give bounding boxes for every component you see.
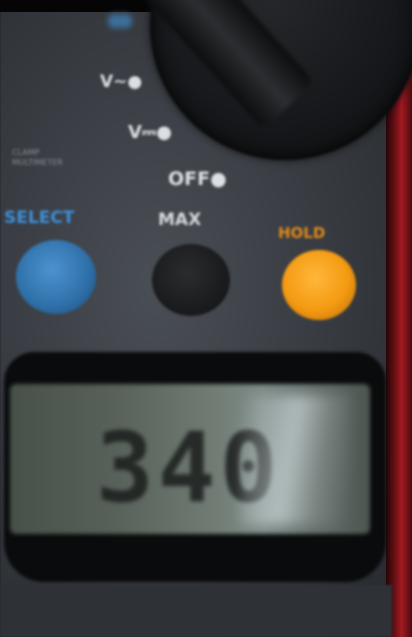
blue-range-mark xyxy=(108,14,132,28)
lcd-glare xyxy=(240,395,350,525)
small-legend-line-1: CLAMP xyxy=(12,148,40,157)
hold-button[interactable] xyxy=(282,250,356,320)
photo-frame: V~● V⎓● OFF● CLAMP MULTIMETER SELECT MAX… xyxy=(0,0,412,637)
dial-label-off: OFF● xyxy=(168,168,227,190)
select-label: SELECT xyxy=(4,208,75,228)
lower-body xyxy=(0,585,392,637)
dial-label-v-dc: V⎓● xyxy=(128,122,173,143)
max-label: MAX xyxy=(158,210,202,230)
hold-label: HOLD xyxy=(278,224,326,242)
select-button[interactable] xyxy=(16,240,96,314)
small-legend-line-2: MULTIMETER xyxy=(12,158,63,167)
max-button[interactable] xyxy=(152,244,230,316)
dial-label-v-ac: V~● xyxy=(100,72,143,92)
dial-small-legend: CLAMP MULTIMETER xyxy=(12,148,63,168)
